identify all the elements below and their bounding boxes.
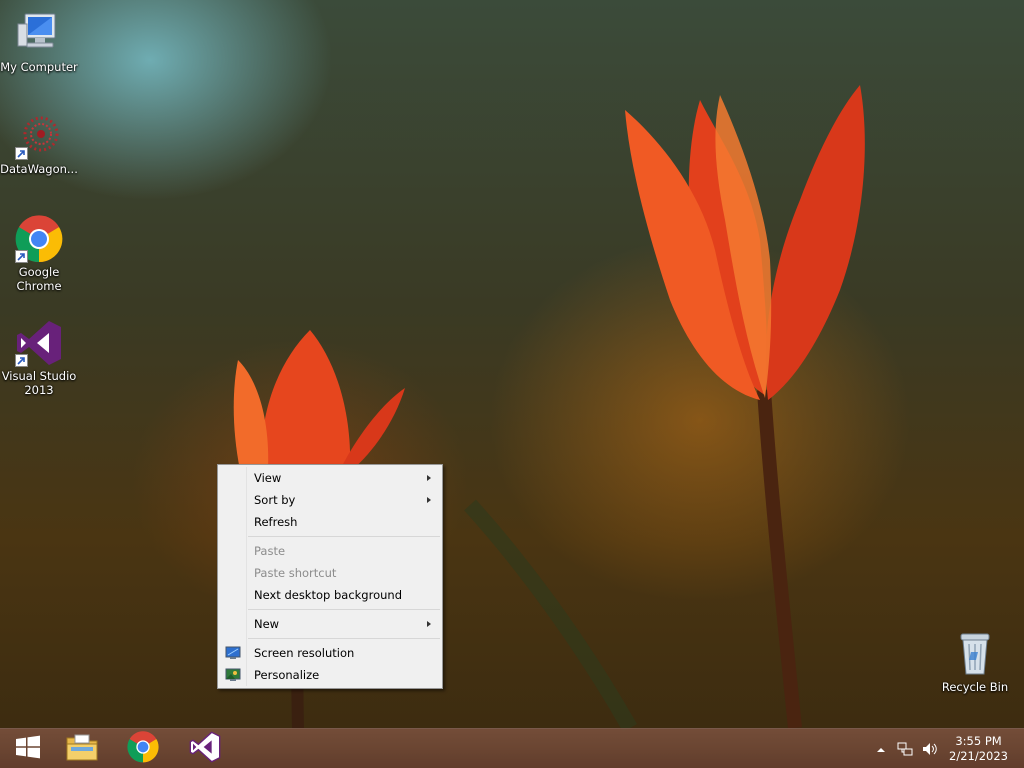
menu-item-new[interactable]: New <box>220 613 440 635</box>
shortcut-arrow-icon <box>15 147 28 160</box>
chrome-icon <box>127 731 159 767</box>
file-explorer-icon <box>65 732 99 766</box>
clock-time: 3:55 PM <box>955 734 1002 748</box>
windows-start-icon <box>14 735 42 763</box>
taskbar-clock[interactable]: 3:55 PM 2/21/2023 <box>949 734 1008 764</box>
submenu-arrow-icon <box>427 497 431 503</box>
desktop-icon-google-chrome[interactable]: Google Chrome <box>0 215 78 293</box>
menu-item-label: Paste shortcut <box>254 566 337 580</box>
visual-studio-icon <box>189 731 221 767</box>
desktop-icon-visual-studio[interactable]: Visual Studio 2013 <box>0 319 78 397</box>
menu-item-paste[interactable]: Paste <box>220 540 440 562</box>
taskbar-visual-studio[interactable] <box>177 729 233 768</box>
menu-item-next-desktop-background[interactable]: Next desktop background <box>220 584 440 606</box>
visual-studio-icon <box>15 319 63 367</box>
start-button[interactable] <box>0 729 56 768</box>
menu-item-sort-by[interactable]: Sort by <box>220 489 440 511</box>
menu-item-label: Screen resolution <box>254 646 355 660</box>
submenu-arrow-icon <box>427 475 431 481</box>
network-icon[interactable] <box>897 741 913 757</box>
desktop-icon-label: Recycle Bin <box>941 680 1009 694</box>
menu-item-screen-resolution[interactable]: Screen resolution <box>220 642 440 664</box>
menu-separator <box>248 609 440 610</box>
desktop-icon-datawagon[interactable]: DataWagon... <box>0 112 78 176</box>
menu-separator <box>248 638 440 639</box>
menu-item-personalize[interactable]: Personalize <box>220 664 440 686</box>
menu-item-label: Sort by <box>254 493 296 507</box>
menu-item-paste-shortcut[interactable]: Paste shortcut <box>220 562 440 584</box>
taskbar-file-explorer[interactable] <box>54 729 110 768</box>
chrome-icon <box>15 215 63 263</box>
desktop-icon-label: 2013 <box>24 383 54 397</box>
desktop-icon-label: Google <box>18 265 60 279</box>
shortcut-arrow-icon <box>15 250 28 263</box>
desktop[interactable]: My Computer DataWagon... Google Chrome V… <box>0 0 1024 768</box>
desktop-context-menu: View Sort by Refresh Paste Paste shortcu… <box>217 464 443 689</box>
menu-item-label: Next desktop background <box>254 588 402 602</box>
computer-icon <box>15 10 63 58</box>
desktop-icon-label: My Computer <box>0 60 78 74</box>
desktop-icon-recycle-bin[interactable]: Recycle Bin <box>936 630 1014 694</box>
datawagon-icon <box>15 112 63 160</box>
screen-resolution-icon <box>225 645 241 661</box>
shortcut-arrow-icon <box>15 354 28 367</box>
personalize-icon <box>225 667 241 683</box>
menu-item-view[interactable]: View <box>220 467 440 489</box>
desktop-icon-label: Visual Studio <box>1 369 77 383</box>
menu-separator <box>248 536 440 537</box>
taskbar-chrome[interactable] <box>115 729 171 768</box>
menu-item-label: Refresh <box>254 515 298 529</box>
menu-item-label: New <box>254 617 280 631</box>
wallpaper-flowers <box>233 85 865 732</box>
clock-date: 2/21/2023 <box>949 749 1008 763</box>
menu-item-label: Personalize <box>254 668 320 682</box>
desktop-icon-label: DataWagon... <box>0 162 78 176</box>
taskbar: 3:55 PM 2/21/2023 <box>0 728 1024 768</box>
submenu-arrow-icon <box>427 621 431 627</box>
show-hidden-icons-icon[interactable] <box>874 742 890 758</box>
recycle-bin-icon <box>951 630 999 678</box>
menu-item-refresh[interactable]: Refresh <box>220 511 440 533</box>
menu-item-label: View <box>254 471 282 485</box>
menu-item-label: Paste <box>254 544 286 558</box>
volume-icon[interactable] <box>921 741 937 757</box>
desktop-icon-label: Chrome <box>16 279 62 293</box>
desktop-icon-my-computer[interactable]: My Computer <box>0 10 78 74</box>
